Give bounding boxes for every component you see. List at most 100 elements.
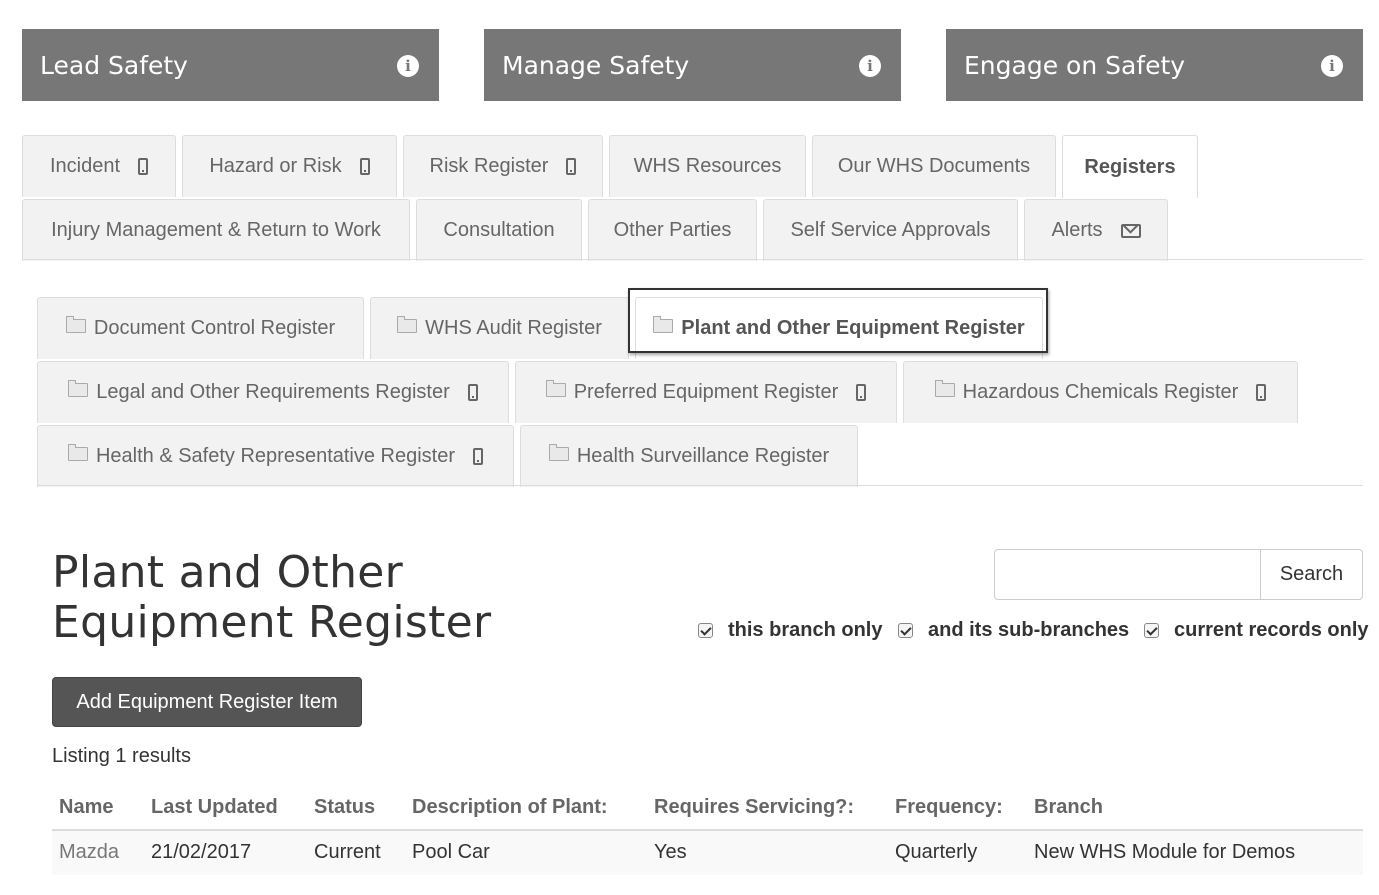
legal-text: Legal and Other Requirements Register: [68, 380, 450, 404]
tab-registers-label: Registers: [1084, 155, 1176, 178]
folder-icon: [397, 316, 418, 333]
filter-this-branch[interactable]: this branch only: [698, 618, 883, 641]
tab-health-surveillance-register[interactable]: Health Surveillance Register: [520, 425, 858, 487]
column-header-status[interactable]: Status: [307, 788, 405, 831]
tab-alerts-label: Alerts: [1051, 219, 1103, 241]
filter-this-branch-label: this branch only: [728, 618, 883, 641]
tab-our-whs-documents[interactable]: Our WHS Documents: [812, 135, 1056, 197]
cell-description: Pool Car: [405, 830, 647, 875]
filter-sub-branches-label: and its sub-branches: [928, 618, 1130, 641]
mobile-icon: [467, 384, 478, 401]
table-row[interactable]: Mazda 21/02/2017 Current Pool Car Yes Qu…: [52, 830, 1363, 875]
manage-safety-button[interactable]: Manage Safety i: [484, 29, 901, 101]
tab-self-service-approvals[interactable]: Self Service Approvals: [763, 199, 1018, 261]
tab-hazard-label: Hazard or Risk: [209, 155, 342, 177]
cell-frequency: Quarterly: [888, 830, 1027, 875]
tab-other-parties-label: Other Parties: [613, 219, 732, 241]
info-icon[interactable]: i: [1321, 55, 1343, 77]
column-header-last-updated[interactable]: Last Updated: [144, 788, 307, 831]
cell-branch: New WHS Module for Demos: [1027, 830, 1363, 875]
tab-health-surveillance-label: Health Surveillance Register: [576, 445, 830, 467]
info-icon[interactable]: i: [859, 55, 881, 77]
column-header-frequency[interactable]: Frequency:: [888, 788, 1027, 831]
folder-icon: [65, 316, 86, 333]
tab-consultation[interactable]: Consultation: [416, 199, 582, 261]
tab-legal-requirements-register[interactable]: Legal and Other Requirements Register: [37, 361, 509, 423]
envelope-icon: [1120, 223, 1141, 238]
equipment-table: Name Last Updated Status Description of …: [52, 788, 1363, 875]
cell-status: Current: [307, 830, 405, 875]
engage-safety-label: Engage on Safety: [964, 50, 1186, 80]
cell-name-link[interactable]: Mazda: [52, 830, 144, 875]
mobile-icon: [359, 158, 370, 175]
tab-preferred-equipment-label: Preferred Equipment Register: [573, 381, 839, 403]
tab-legal-label: Legal and Other Requirements Register: [96, 381, 450, 403]
column-header-branch[interactable]: Branch: [1027, 788, 1363, 831]
tab-hsr-label: Health & Safety Representative Register: [95, 445, 456, 467]
checkbox-checked[interactable]: [1144, 622, 1159, 638]
tab-other-parties[interactable]: Other Parties: [588, 199, 757, 261]
filter-current-records-label: current records only: [1174, 618, 1369, 641]
tab-self-service-label: Self Service Approvals: [790, 219, 991, 241]
mobile-icon: [856, 384, 867, 401]
tab-alerts[interactable]: Alerts: [1024, 199, 1168, 261]
mobile-icon: [138, 158, 149, 175]
tab-risk-register[interactable]: Risk Register: [403, 135, 603, 197]
tab-preferred-equipment-register[interactable]: Preferred Equipment Register: [515, 361, 897, 423]
whs-audit-text: WHS Audit Register: [397, 316, 602, 340]
hsr-text: Health & Safety Representative Register: [67, 444, 456, 468]
engage-safety-button[interactable]: Engage on Safety i: [946, 29, 1363, 101]
tab-injury-management[interactable]: Injury Management & Return to Work: [22, 199, 410, 261]
tab-hazard-or-risk[interactable]: Hazard or Risk: [182, 135, 397, 197]
plant-equipment-text: Plant and Other Equipment Register: [653, 316, 1025, 340]
folder-icon: [67, 444, 88, 461]
tab-incident[interactable]: Incident: [22, 135, 176, 197]
tab-whs-resources-label: WHS Resources: [633, 155, 782, 177]
tab-whs-resources[interactable]: WHS Resources: [609, 135, 806, 197]
tab-injury-management-label: Injury Management & Return to Work: [51, 219, 381, 241]
folder-icon: [653, 316, 674, 333]
column-header-name[interactable]: Name: [52, 788, 144, 831]
search-button[interactable]: Search: [1260, 549, 1363, 600]
cell-last-updated: 21/02/2017: [144, 830, 307, 875]
mobile-icon: [566, 158, 577, 175]
listing-count: Listing 1 results: [52, 745, 191, 767]
tab-hsr-register[interactable]: Health & Safety Representative Register: [37, 425, 514, 487]
main-tabs-divider: [22, 259, 1363, 260]
checkbox-checked[interactable]: [898, 622, 913, 638]
page-title: Plant and Other Equipment Register: [52, 547, 492, 648]
tab-consultation-label: Consultation: [443, 219, 555, 241]
preferred-equipment-text: Preferred Equipment Register: [545, 380, 839, 404]
add-equipment-button[interactable]: Add Equipment Register Item: [52, 677, 362, 727]
tab-registers[interactable]: Registers: [1062, 135, 1198, 198]
manage-safety-label: Manage Safety: [502, 50, 690, 80]
tab-our-whs-documents-label: Our WHS Documents: [837, 155, 1031, 177]
mobile-icon: [473, 448, 484, 465]
checkbox-checked[interactable]: [698, 622, 713, 638]
register-tabs-divider: [37, 485, 1363, 486]
cell-requires-servicing: Yes: [647, 830, 888, 875]
tab-whs-audit-register[interactable]: WHS Audit Register: [370, 297, 629, 359]
tab-risk-register-label: Risk Register: [429, 155, 549, 177]
mobile-icon: [1256, 384, 1267, 401]
tab-plant-equipment-register[interactable]: Plant and Other Equipment Register: [635, 297, 1043, 359]
column-header-description[interactable]: Description of Plant:: [405, 788, 647, 831]
column-header-requires-servicing[interactable]: Requires Servicing?:: [647, 788, 888, 831]
tab-document-control-label: Document Control Register: [93, 317, 336, 339]
search-input[interactable]: [994, 549, 1262, 600]
tab-whs-audit-label: WHS Audit Register: [425, 317, 602, 339]
info-icon[interactable]: i: [397, 55, 419, 77]
hazardous-chemicals-text: Hazardous Chemicals Register: [934, 380, 1238, 404]
folder-icon: [548, 444, 569, 461]
folder-icon: [68, 380, 89, 397]
tab-plant-equipment-label: Plant and Other Equipment Register: [681, 317, 1025, 339]
document-control-text: Document Control Register: [65, 316, 336, 340]
tab-document-control-register[interactable]: Document Control Register: [37, 297, 364, 359]
tab-incident-label: Incident: [49, 155, 121, 177]
filter-sub-branches[interactable]: and its sub-branches: [898, 618, 1130, 641]
tab-hazardous-chemicals-register[interactable]: Hazardous Chemicals Register: [903, 361, 1298, 423]
folder-icon: [545, 380, 566, 397]
health-surveillance-text: Health Surveillance Register: [548, 444, 830, 468]
lead-safety-button[interactable]: Lead Safety i: [22, 29, 439, 101]
filter-current-records[interactable]: current records only: [1144, 618, 1369, 641]
